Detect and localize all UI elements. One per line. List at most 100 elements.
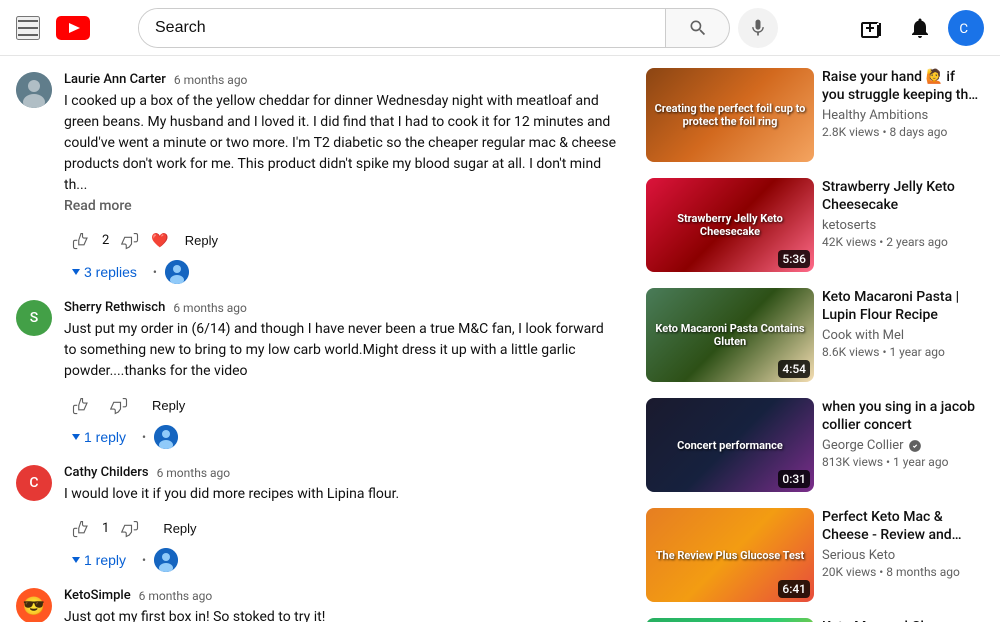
video-channel: Serious Keto: [822, 548, 980, 563]
video-card[interactable]: Creating the perfect foil cup to protect…: [642, 64, 984, 166]
comment-body: Cathy Childers 6 months ago I would love…: [64, 465, 618, 572]
main-content: Laurie Ann Carter 6 months ago I cooked …: [0, 56, 1000, 622]
video-card[interactable]: 1 MILLION VIEWS KETO MAC AND CHEESE 9:27…: [642, 614, 984, 622]
comment-header: Sherry Rethwisch 6 months ago: [64, 300, 618, 315]
comment-item: 😎 KetoSimple 6 months ago Just got my fi…: [16, 580, 618, 622]
comment-header: Cathy Childers 6 months ago: [64, 465, 618, 480]
search-bar: [138, 8, 778, 48]
separator: •: [142, 553, 146, 567]
like-count: 1: [102, 521, 109, 536]
expand-replies-button[interactable]: 1 reply: [64, 425, 134, 449]
reply-avatar-icon: [165, 260, 189, 284]
chevron-down-icon: [72, 269, 80, 275]
search-button[interactable]: [666, 8, 730, 48]
comment-avatar[interactable]: S: [16, 300, 52, 336]
reply-count: 1 reply: [84, 552, 126, 568]
read-more-button[interactable]: Read more: [64, 198, 132, 214]
video-title: Keto Macaroni Pasta | Lupin Flour Recipe: [822, 288, 980, 324]
microphone-icon: [748, 18, 768, 38]
video-card[interactable]: Strawberry Jelly Keto Cheesecake 5:36 St…: [642, 174, 984, 276]
comment-time: 6 months ago: [139, 589, 213, 603]
create-button[interactable]: [852, 8, 892, 48]
reply-button[interactable]: Reply: [173, 225, 230, 256]
video-card[interactable]: Concert performance 0:31 when you sing i…: [642, 394, 984, 496]
thumbs-up-icon: [72, 232, 90, 250]
reply-avatar-icon: [154, 425, 178, 449]
comment-item: Laurie Ann Carter 6 months ago I cooked …: [16, 64, 618, 292]
comment-author[interactable]: KetoSimple: [64, 588, 131, 603]
video-title: Perfect Keto Mac & Cheese - Review and P…: [822, 508, 980, 544]
comment-author[interactable]: Laurie Ann Carter: [64, 72, 166, 87]
thumbs-up-icon: [72, 520, 90, 538]
video-thumbnail: The Review Plus Glucose Test 6:41: [646, 508, 814, 602]
video-info: Keto Macaroni Pasta | Lupin Flour Recipe…: [822, 288, 980, 382]
comment-header: KetoSimple 6 months ago: [64, 588, 618, 603]
comment-time: 6 months ago: [173, 301, 247, 315]
video-card[interactable]: The Review Plus Glucose Test 6:41 Perfec…: [642, 504, 984, 606]
video-meta: 2.8K views • 8 days ago: [822, 125, 980, 139]
user-avatar[interactable]: C: [948, 10, 984, 46]
comment-body: Sherry Rethwisch 6 months ago Just put m…: [64, 300, 618, 449]
youtube-logo-icon: [56, 16, 90, 40]
comment-time: 6 months ago: [157, 466, 231, 480]
video-title: Raise your hand 🙋 if you struggle keepin…: [822, 68, 980, 104]
search-icon: [688, 18, 708, 38]
comment-text: Just put my order in (6/14) and though I…: [64, 319, 618, 382]
avatar-image: [16, 72, 52, 108]
thumbs-down-icon: [121, 232, 139, 250]
video-thumbnail: Strawberry Jelly Keto Cheesecake 5:36: [646, 178, 814, 272]
comment-text: I would love it if you did more recipes …: [64, 484, 618, 505]
notifications-button[interactable]: [900, 8, 940, 48]
header: C: [0, 0, 1000, 56]
dislike-button[interactable]: [113, 516, 147, 542]
verified-icon: [908, 439, 922, 453]
replies-row: 3 replies •: [64, 260, 618, 284]
dislike-button[interactable]: [113, 228, 147, 254]
reply-avatar-small: [165, 260, 189, 284]
reaction-emoji: ❤️: [151, 233, 168, 249]
separator: •: [153, 265, 157, 279]
thumbnail-image: Creating the perfect foil cup to protect…: [646, 68, 814, 162]
expand-replies-button[interactable]: 1 reply: [64, 548, 134, 572]
comment-author[interactable]: Sherry Rethwisch: [64, 300, 165, 315]
reply-count: 3 replies: [84, 264, 137, 280]
video-channel: ketoserts: [822, 218, 980, 233]
comment-body: Laurie Ann Carter 6 months ago I cooked …: [64, 72, 618, 284]
video-title: Keto Mac and Cheese (Cauliflower Cheese)…: [822, 618, 980, 622]
channel-name: ketoserts: [822, 218, 876, 233]
like-button[interactable]: [64, 393, 98, 419]
search-input-wrap: [138, 8, 666, 48]
expand-replies-button[interactable]: 3 replies: [64, 260, 145, 284]
youtube-logo[interactable]: [56, 16, 98, 40]
reply-avatar-icon: [154, 548, 178, 572]
like-count: 2: [102, 233, 109, 248]
comment-author[interactable]: Cathy Childers: [64, 465, 149, 480]
duration-badge: 6:41: [778, 580, 810, 598]
video-meta: 8.6K views • 1 year ago: [822, 345, 980, 359]
replies-row: 1 reply •: [64, 425, 618, 449]
voice-search-button[interactable]: [738, 8, 778, 48]
reply-avatar-small: [154, 425, 178, 449]
comment-avatar[interactable]: [16, 72, 52, 108]
comment-item: S Sherry Rethwisch 6 months ago Just put…: [16, 292, 618, 457]
like-button[interactable]: [64, 228, 98, 254]
comment-actions: 1 Reply: [64, 513, 618, 544]
header-left: [16, 16, 98, 40]
search-input[interactable]: [139, 9, 665, 47]
reply-button[interactable]: Reply: [151, 513, 208, 544]
duration-badge: 0:31: [778, 470, 810, 488]
comment-avatar[interactable]: C: [16, 465, 52, 501]
video-thumbnail: Concert performance 0:31: [646, 398, 814, 492]
avatar-icon: C: [956, 18, 976, 38]
hamburger-menu-button[interactable]: [16, 16, 40, 40]
comment-text: I cooked up a box of the yellow cheddar …: [64, 91, 618, 217]
separator: •: [142, 430, 146, 444]
video-card[interactable]: Keto Macaroni Pasta Contains Gluten 4:54…: [642, 284, 984, 386]
dislike-button[interactable]: [102, 393, 136, 419]
reply-button[interactable]: Reply: [140, 390, 197, 421]
comment-actions: 2 ❤️ Reply: [64, 225, 618, 256]
reply-avatar-small: [154, 548, 178, 572]
comment-avatar[interactable]: 😎: [16, 588, 52, 622]
reply-count: 1 reply: [84, 429, 126, 445]
like-button[interactable]: [64, 516, 98, 542]
